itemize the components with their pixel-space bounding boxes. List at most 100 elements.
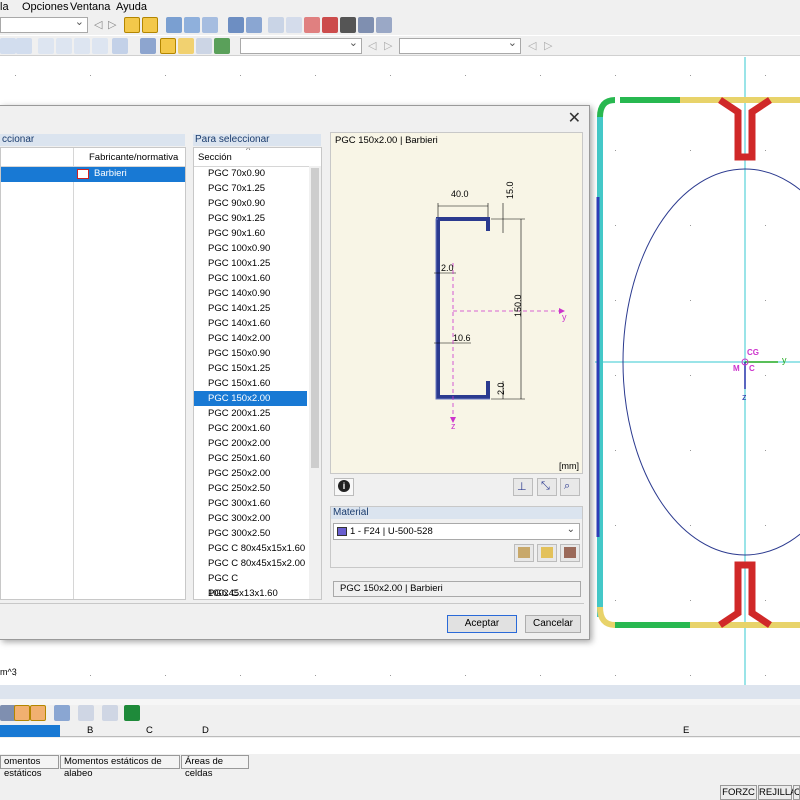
- menu-item-help[interactable]: Ayuda: [116, 1, 147, 13]
- section-item[interactable]: PGC 300x1.60: [194, 496, 307, 511]
- view-icon[interactable]: [124, 17, 140, 33]
- toolbar-combo-2[interactable]: [240, 36, 362, 54]
- warning-icon[interactable]: [304, 17, 320, 33]
- section-item[interactable]: PGC 250x1.60: [194, 451, 307, 466]
- section-item[interactable]: PGC 90x1.60: [194, 226, 307, 241]
- tab-static-moments[interactable]: omentos estáticos: [0, 755, 59, 779]
- section-item[interactable]: PGC 140x1.25: [194, 301, 307, 316]
- section-scrollbar[interactable]: [309, 166, 321, 599]
- tool-icon-9[interactable]: [160, 38, 176, 54]
- table-tool-icon-4[interactable]: [54, 705, 70, 721]
- tool-icon-3[interactable]: [38, 38, 54, 54]
- section-item[interactable]: PGC 200x2.00: [194, 436, 307, 451]
- section-item[interactable]: PGC 150x2.00: [194, 391, 307, 406]
- manufacturer-listbox[interactable]: Fabricante/normativa Barbieri: [0, 147, 186, 600]
- arrow-right-icon[interactable]: ▷: [384, 39, 392, 52]
- tool-icon-7[interactable]: [112, 38, 128, 54]
- section-item[interactable]: PGC 70x1.25: [194, 181, 307, 196]
- section-listbox[interactable]: Sección ^ PGC 70x0.90 PGC 70x1.25 PGC 90x0…: [193, 147, 322, 600]
- grid-icon[interactable]: [246, 17, 262, 33]
- filter-icon[interactable]: [78, 705, 94, 721]
- section-item[interactable]: PGC 300x2.50: [194, 526, 307, 541]
- column-c-header[interactable]: C: [146, 725, 153, 736]
- section-item[interactable]: PGC 140x0.90: [194, 286, 307, 301]
- excel-icon[interactable]: [124, 705, 140, 721]
- print-icon[interactable]: [184, 17, 200, 33]
- tool-icon-10[interactable]: [178, 38, 194, 54]
- section-item[interactable]: PGC 150x1.25: [194, 361, 307, 376]
- section-item[interactable]: PGC C 100x45x13x2.00: [194, 586, 307, 599]
- table-tool-icon-3[interactable]: [30, 705, 46, 721]
- table-tool-icon-6[interactable]: [102, 705, 118, 721]
- axes-toggle-button[interactable]: ⤡: [537, 478, 557, 496]
- arrow-left-icon[interactable]: ◁: [368, 39, 376, 52]
- section-item[interactable]: PGC C 100x45x13x1.60: [194, 571, 307, 599]
- calc-icon[interactable]: [228, 17, 244, 33]
- tool-icon-4[interactable]: [56, 38, 72, 54]
- section-item[interactable]: PGC 150x0.90: [194, 346, 307, 361]
- material-library-button[interactable]: [514, 544, 534, 562]
- section-item[interactable]: PGC 250x2.50: [194, 481, 307, 496]
- close-icon[interactable]: ✕: [568, 108, 581, 128]
- plugin-icon[interactable]: [376, 17, 392, 33]
- section-item[interactable]: PGC C 80x45x15x2.00: [194, 556, 307, 571]
- material-select[interactable]: 1 - F24 | U-500-528 ⌄: [333, 523, 580, 540]
- section-item[interactable]: PGC 100x0.90: [194, 241, 307, 256]
- tool-icon-1[interactable]: [0, 38, 16, 54]
- tool-icon-8[interactable]: [140, 38, 156, 54]
- arrow-left-icon[interactable]: ◁: [528, 39, 536, 52]
- toolbar-combo-3[interactable]: [399, 36, 521, 54]
- settings-icon[interactable]: [340, 17, 356, 33]
- section-item[interactable]: PGC 150x1.60: [194, 376, 307, 391]
- layers-icon[interactable]: [142, 17, 158, 33]
- column-b-header[interactable]: B: [87, 725, 93, 736]
- arrow-left-icon[interactable]: ◁: [94, 18, 102, 31]
- arrow-right-icon[interactable]: ▷: [544, 39, 552, 52]
- section-item[interactable]: PGC 70x0.90: [194, 166, 307, 181]
- section-item[interactable]: PGC 100x1.25: [194, 256, 307, 271]
- tool-icon-6[interactable]: [92, 38, 108, 54]
- arrow-right-icon[interactable]: ▷: [108, 18, 116, 31]
- section-icon[interactable]: [166, 17, 182, 33]
- material-edit-button[interactable]: [560, 544, 580, 562]
- table-tool-icon-2[interactable]: [14, 705, 30, 721]
- cross-icon[interactable]: [322, 17, 338, 33]
- edit-icon[interactable]: [358, 17, 374, 33]
- section-item[interactable]: PGC 100x1.60: [194, 271, 307, 286]
- toolbar-combo-1[interactable]: [0, 15, 88, 33]
- menu-item-options[interactable]: Opciones: [22, 1, 68, 13]
- section-item[interactable]: PGC 140x2.00: [194, 331, 307, 346]
- measure-icon[interactable]: [268, 17, 284, 33]
- section-item[interactable]: PGC 200x1.60: [194, 421, 307, 436]
- zoom-button[interactable]: ⌕: [560, 478, 580, 496]
- menu-item-view[interactable]: la: [0, 1, 9, 13]
- section-item[interactable]: PGC 250x2.00: [194, 466, 307, 481]
- tool-icon-11[interactable]: [196, 38, 212, 54]
- material-new-button[interactable]: [537, 544, 557, 562]
- status-c[interactable]: C: [793, 785, 800, 800]
- section-item[interactable]: PGC 90x1.25: [194, 211, 307, 226]
- cancel-button[interactable]: Cancelar: [525, 615, 581, 633]
- table-body[interactable]: [0, 738, 800, 754]
- table-icon[interactable]: [202, 17, 218, 33]
- status-forzc[interactable]: FORZC: [720, 785, 757, 800]
- section-item[interactable]: PGC C 80x45x15x1.60: [194, 541, 307, 556]
- phi-icon[interactable]: [286, 17, 302, 33]
- section-item[interactable]: PGC 140x1.60: [194, 316, 307, 331]
- tool-icon-2[interactable]: [16, 38, 32, 54]
- tool-icon-5[interactable]: [74, 38, 90, 54]
- manufacturer-row-selected[interactable]: Barbieri: [1, 167, 185, 182]
- column-e-header[interactable]: E: [683, 725, 689, 736]
- column-d-header[interactable]: D: [202, 725, 209, 736]
- tab-warping-static-moments[interactable]: Momentos estáticos de alabeo: [60, 755, 180, 779]
- tab-cell-areas[interactable]: Áreas de celdas: [181, 755, 249, 779]
- status-rejilla[interactable]: REJILLA: [758, 785, 797, 800]
- section-item[interactable]: PGC 200x1.25: [194, 406, 307, 421]
- section-item[interactable]: PGC 90x0.90: [194, 196, 307, 211]
- tool-icon-12[interactable]: [214, 38, 230, 54]
- section-item[interactable]: PGC 300x2.00: [194, 511, 307, 526]
- sort-icon[interactable]: ^: [246, 148, 250, 155]
- accept-button[interactable]: Aceptar: [447, 615, 517, 633]
- menu-item-window[interactable]: Ventana: [70, 1, 110, 13]
- info-button[interactable]: i: [334, 478, 354, 496]
